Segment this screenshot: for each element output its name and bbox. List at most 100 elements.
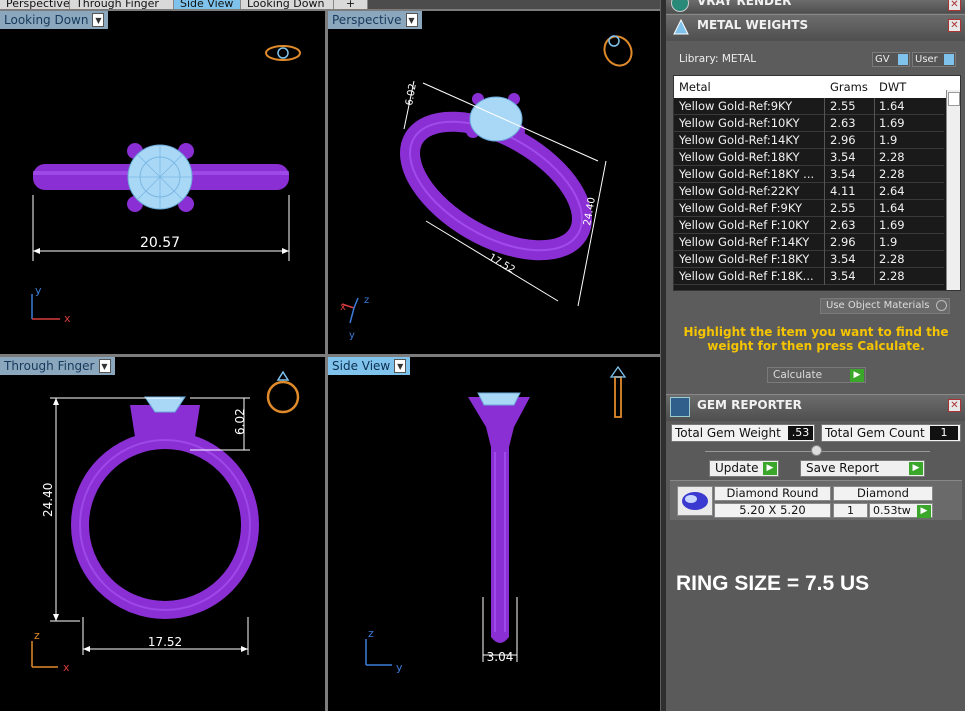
cell-dwt: 2.28	[879, 150, 905, 164]
cell-metal: Yellow Gold-Ref:18KY	[679, 150, 800, 164]
table-row[interactable]: Yellow Gold-Ref F:9KY 2.55 1.64	[674, 200, 944, 217]
report-icon	[670, 397, 690, 417]
play-icon: ▶	[909, 462, 923, 475]
gem-size: 5.20 X 5.20	[714, 503, 831, 518]
cell-metal: Yellow Gold-Ref:22KY	[679, 184, 800, 198]
tab-looking-down[interactable]: Looking Down	[241, 0, 334, 9]
library-label: Library: METAL	[679, 53, 757, 65]
cell-grams: 2.96	[830, 235, 856, 249]
cell-metal: Yellow Gold-Ref F:10KY	[679, 218, 810, 232]
gem-shape: Diamond Round	[714, 486, 831, 501]
viewport-through-finger[interactable]: Through Finger ▼ 24.40 6.02 17.52 z x	[0, 357, 325, 711]
gv-toggle[interactable]: GV	[872, 52, 910, 67]
cell-metal: Yellow Gold-Ref:18KY ...	[679, 167, 815, 181]
tab-side-view[interactable]: Side View	[174, 0, 241, 9]
cell-dwt: 1.9	[879, 235, 898, 249]
table-row[interactable]: Yellow Gold-Ref:14KY 2.96 1.9	[674, 132, 944, 149]
table-row[interactable]: Yellow Gold-Ref:9KY 2.55 1.64	[674, 98, 944, 115]
gem-type: Diamond	[833, 486, 933, 501]
vray-panel-header[interactable]: VRAY RENDER ✕	[666, 0, 965, 13]
user-toggle[interactable]: User	[912, 52, 956, 67]
close-icon[interactable]: ✕	[948, 0, 961, 11]
gem-thumbnail	[677, 486, 713, 516]
svg-text:y: y	[35, 284, 42, 297]
metal-weights-title: METAL WEIGHTS	[697, 18, 809, 32]
save-report-button[interactable]: Save Report ▶	[800, 460, 925, 477]
cell-dwt: 1.9	[879, 133, 898, 147]
cell-grams: 4.11	[830, 184, 856, 198]
svg-text:y: y	[396, 661, 403, 674]
add-tab-button[interactable]: +	[334, 0, 368, 9]
viewport-side-view[interactable]: Side View ▼ 3.04 z y	[328, 357, 660, 711]
scale-icon	[672, 18, 690, 36]
mini-ring-icon	[266, 370, 300, 414]
ring-size-label: RING SIZE = 7.5 US	[676, 572, 870, 595]
total-gem-count-label: Total Gem Count 1	[821, 424, 961, 442]
side-view-drawing: 3.04 z y	[365, 365, 627, 674]
cell-grams: 3.54	[830, 252, 856, 266]
vray-title: VRAY RENDER	[697, 0, 792, 8]
close-icon[interactable]: ✕	[948, 399, 961, 412]
cell-metal: Yellow Gold-Ref F:9KY	[679, 201, 802, 215]
mini-ring-icon	[609, 365, 627, 418]
play-icon: ▶	[763, 462, 777, 475]
svg-text:z: z	[34, 629, 40, 642]
cell-dwt: 1.69	[879, 218, 905, 232]
update-button[interactable]: Update ▶	[709, 460, 779, 477]
gem-weight[interactable]: 0.53tw ▶	[869, 503, 933, 518]
play-icon: ▶	[850, 369, 864, 382]
table-row[interactable]: Yellow Gold-Ref:18KY ... 3.54 2.28	[674, 166, 944, 183]
cell-grams: 3.54	[830, 269, 856, 283]
total-gem-weight-label: Total Gem Weight .53	[671, 424, 815, 442]
gem-slider-handle[interactable]	[811, 445, 822, 456]
cell-metal: Yellow Gold-Ref:14KY	[679, 133, 800, 147]
svg-text:24.40: 24.40	[41, 483, 55, 517]
table-row[interactable]: Yellow Gold-Ref:10KY 2.63 1.69	[674, 115, 944, 132]
svg-text:z: z	[364, 295, 369, 306]
cell-grams: 2.55	[830, 99, 856, 113]
tab-perspective[interactable]: Perspective	[0, 0, 70, 9]
cell-metal: Yellow Gold-Ref:9KY	[679, 99, 793, 113]
viewport-perspective[interactable]: Perspective ▼ 6.02 24.40 17.52 x z y	[328, 11, 660, 354]
table-row[interactable]: Yellow Gold-Ref F:14KY 2.96 1.9	[674, 234, 944, 251]
gem-reporter-header[interactable]: GEM REPORTER ✕	[666, 394, 965, 421]
table-row[interactable]: Yellow Gold-Ref:22KY 4.11 2.64	[674, 183, 944, 200]
cell-metal: Yellow Gold-Ref:10KY	[679, 116, 800, 130]
metal-weights-header[interactable]: METAL WEIGHTS ✕	[666, 14, 965, 41]
cell-dwt: 1.69	[879, 116, 905, 130]
svg-text:6.02: 6.02	[233, 408, 247, 435]
play-icon: ▶	[917, 505, 931, 518]
cell-grams: 2.55	[830, 201, 856, 215]
table-row[interactable]: Yellow Gold-Ref F:18KY 3.54 2.28	[674, 251, 944, 268]
svg-text:x: x	[63, 661, 70, 674]
table-row[interactable]: Yellow Gold-Ref F:18K... 3.54 2.28	[674, 268, 944, 285]
svg-text:3.04: 3.04	[487, 650, 514, 664]
gem-row[interactable]: Diamond Round 5.20 X 5.20 Diamond 1 0.53…	[670, 480, 962, 520]
mini-ring-icon	[265, 45, 301, 61]
tab-strip: Perspective Through Finger Side View Loo…	[0, 0, 660, 9]
viewport-looking-down[interactable]: Looking Down ▼ 20.57 y x	[0, 11, 325, 354]
calculate-button[interactable]: Calculate ▶	[767, 367, 866, 383]
cell-dwt: 2.28	[879, 167, 905, 181]
metal-weights-table[interactable]: Metal Grams DWT Yellow Gold-Ref:9KY 2.55 1…	[673, 75, 961, 291]
dimension-width: 20.57	[140, 235, 180, 251]
table-row[interactable]: Yellow Gold-Ref:18KY 3.54 2.28	[674, 149, 944, 166]
cell-dwt: 1.64	[879, 99, 905, 113]
cell-dwt: 2.28	[879, 252, 905, 266]
svg-text:6.02: 6.02	[404, 83, 419, 107]
tab-through-finger[interactable]: Through Finger	[70, 0, 174, 9]
table-scrollbar[interactable]	[946, 90, 960, 290]
use-object-materials-button[interactable]: Use Object Materials	[820, 298, 950, 314]
cell-metal: Yellow Gold-Ref F:14KY	[679, 235, 810, 249]
cell-dwt: 2.28	[879, 269, 905, 283]
instruction-text: Highlight the item you want to find the …	[683, 325, 949, 353]
close-icon[interactable]: ✕	[948, 19, 961, 32]
mini-ring-icon	[603, 35, 633, 67]
total-gem-weight-value: .53	[788, 426, 813, 440]
vray-icon	[671, 0, 689, 12]
gem-count: 1	[833, 503, 868, 518]
table-header: Metal Grams DWT	[674, 76, 960, 98]
through-finger-drawing: 24.40 6.02 17.52 z x	[31, 370, 300, 674]
table-row[interactable]: Yellow Gold-Ref F:10KY 2.63 1.69	[674, 217, 944, 234]
cell-dwt: 1.64	[879, 201, 905, 215]
